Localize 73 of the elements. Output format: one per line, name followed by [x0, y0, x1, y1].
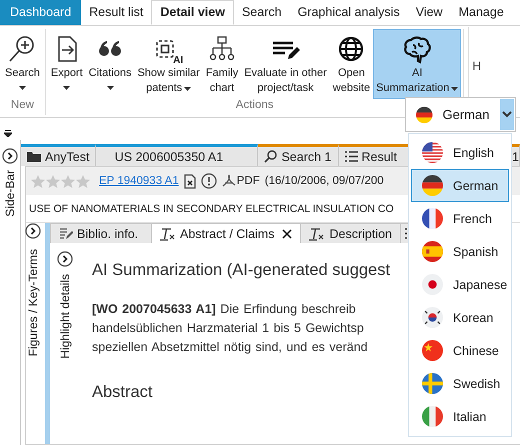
- patent-link[interactable]: EP 1940933 A1: [99, 175, 179, 187]
- summary-text-line: handelsüblichen Harzmaterial 1 bis 5 Gewichtsp: [92, 320, 365, 337]
- expand-icon: [57, 251, 73, 267]
- flag-icon: [422, 373, 443, 394]
- language-option[interactable]: Japanese: [411, 268, 509, 301]
- summary-text-line: speziellen Absetzmittel nötig sind, und es veränd: [92, 339, 369, 356]
- ribbon-tab[interactable]: Search: [234, 0, 290, 25]
- close-icon[interactable]: [282, 228, 292, 238]
- language-dropdown[interactable]: German: [405, 97, 516, 132]
- date-range: (16/10/2006, 09/07/200: [264, 175, 384, 187]
- content-tab[interactable]: Abstract / Claims: [151, 223, 302, 243]
- flag-icon: [422, 307, 443, 328]
- ribbon-tab[interactable]: Detail view: [151, 0, 234, 25]
- ribbon-tab[interactable]: View: [408, 0, 451, 25]
- language-option[interactable]: Italian: [411, 400, 509, 433]
- star-icon: [31, 174, 45, 188]
- star-icon: [76, 174, 90, 188]
- clear-format-icon: [309, 226, 326, 240]
- language-option[interactable]: Korean: [411, 301, 509, 334]
- ai-label: AI: [173, 55, 184, 66]
- content-tab[interactable]: Description: [300, 223, 401, 243]
- group-label: New: [10, 99, 34, 113]
- document-tab[interactable]: Search 1: [258, 144, 338, 166]
- flag-icon: [422, 274, 443, 295]
- ribbon-button[interactable]: Citations: [86, 29, 134, 99]
- flag-icon: [422, 340, 443, 361]
- edit-lines-icon: [59, 228, 73, 240]
- document-tab[interactable]: US 2006005350 A1: [96, 144, 258, 166]
- flag-icon: [422, 208, 443, 229]
- flag-icon: [422, 175, 443, 196]
- pdf-link[interactable]: PDF: [222, 174, 260, 188]
- list-icon: [344, 151, 358, 162]
- expand-icon: [2, 148, 18, 164]
- content-tab[interactable]: Biblio. info.: [50, 223, 152, 243]
- language-option[interactable]: Swedish: [411, 367, 509, 400]
- section-heading: Abstract: [92, 383, 154, 402]
- ribbon-tab[interactable]: Result list: [81, 0, 152, 25]
- language-option[interactable]: German: [411, 169, 509, 202]
- summary-text-line: [WO 2007045633 A1] Die Erfindung beschreib: [92, 301, 357, 318]
- expand-icon: [25, 223, 41, 239]
- acrobat-icon: [222, 174, 236, 188]
- ribbon-button[interactable]: AI Summarization: [373, 29, 462, 99]
- star-icon: [61, 174, 75, 188]
- group-label: Actions: [236, 99, 274, 113]
- ribbon-tab[interactable]: Dashboard: [0, 0, 82, 25]
- chevron-down-icon: [502, 111, 512, 118]
- customize-icon: [4, 130, 12, 137]
- flag-icon: [422, 406, 443, 427]
- ribbon-button[interactable]: Evaluate in other project/task: [241, 29, 330, 99]
- star-icon: [46, 174, 60, 188]
- side-bar-label[interactable]: Side-Bar: [3, 170, 17, 217]
- flag-icon: [422, 142, 443, 163]
- brain-icon: [402, 34, 432, 64]
- ribbon-button[interactable]: Family chart: [202, 29, 242, 99]
- section-heading: AI Summarization (AI-generated suggest: [92, 261, 390, 280]
- ribbon-button[interactable]: Export: [48, 29, 86, 99]
- highlight-panel-label[interactable]: Highlight details: [58, 274, 72, 359]
- folder-icon: [27, 151, 41, 162]
- ribbon-tab[interactable]: Graphical analysis: [290, 0, 408, 25]
- search-icon: [264, 150, 278, 163]
- ribbon-tab[interactable]: Manage: [450, 0, 512, 25]
- language-option[interactable]: Chinese: [411, 334, 509, 367]
- ribbon-button[interactable]: Search: [2, 29, 43, 99]
- warning-icon: [200, 173, 217, 189]
- figures-panel-label[interactable]: Figures / Key-Terms: [26, 249, 40, 356]
- ribbon-button[interactable]: Open website: [330, 29, 374, 99]
- clear-format-icon: [160, 226, 176, 240]
- document-tab[interactable]: AnyTest: [21, 144, 96, 166]
- file-remove-icon: [184, 174, 196, 188]
- ribbon-button[interactable]: AI Show similar patents: [134, 29, 203, 99]
- language-option[interactable]: Spanish: [411, 235, 509, 268]
- flag-icon: [422, 241, 443, 262]
- language-option[interactable]: English: [411, 136, 509, 169]
